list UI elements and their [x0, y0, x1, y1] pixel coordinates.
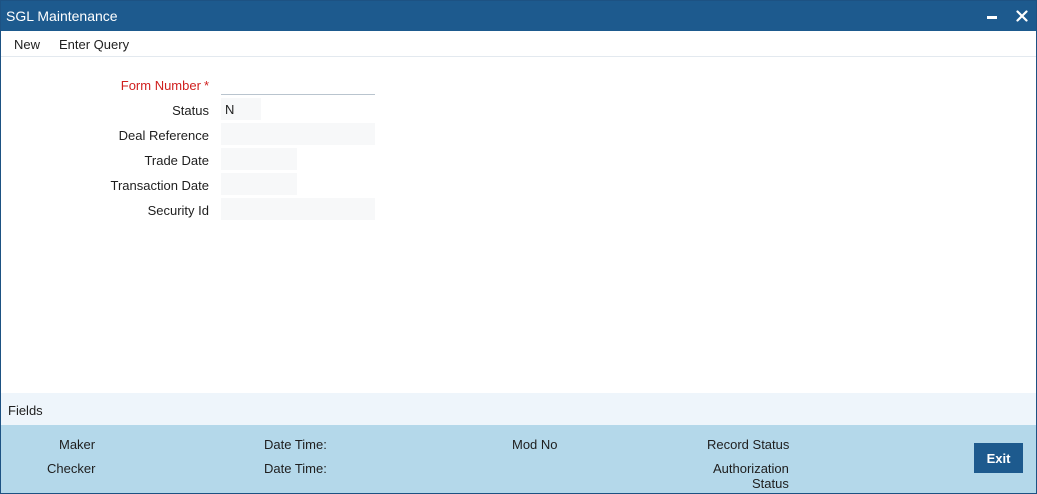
status-label: Status — [172, 103, 209, 118]
authorization-status-label-line1: Authorization — [713, 461, 789, 476]
exit-button[interactable]: Exit — [974, 443, 1023, 473]
deal-reference-label: Deal Reference — [118, 128, 209, 143]
sgl-maintenance-window: SGL Maintenance New Enter Query Form Num… — [0, 0, 1037, 494]
transaction-date-input[interactable] — [221, 173, 297, 195]
maker-label: Maker — [59, 437, 96, 452]
audit-bar: Maker Checker Date Time: Date Time: Mod … — [1, 425, 1036, 493]
close-icon[interactable] — [1011, 5, 1033, 27]
form-number-label-text: Form Number — [120, 78, 201, 93]
mod-no-label: Mod No — [512, 437, 558, 452]
deal-reference-input[interactable] — [221, 123, 375, 145]
security-id-label: Security Id — [147, 203, 209, 218]
trade-date-input[interactable] — [221, 148, 297, 170]
minimize-icon[interactable] — [981, 5, 1003, 27]
enter-query-button[interactable]: Enter Query — [59, 37, 129, 52]
form-number-input[interactable] — [221, 73, 375, 95]
form-number-label: Form Number * — [1, 78, 209, 93]
required-marker: * — [203, 78, 209, 93]
maker-datetime-label: Date Time: — [264, 437, 327, 452]
title-bar[interactable]: SGL Maintenance — [1, 1, 1036, 31]
toolbar: New Enter Query — [1, 31, 1036, 57]
record-status-label: Record Status — [707, 437, 790, 452]
fields-link[interactable]: Fields — [8, 403, 43, 418]
status-input[interactable] — [221, 98, 261, 120]
form-area: Form Number* Status Deal Reference Trade… — [1, 58, 1036, 393]
window-title: SGL Maintenance — [6, 8, 118, 24]
checker-label: Checker — [47, 461, 96, 476]
checker-datetime-label: Date Time: — [264, 461, 327, 476]
fields-bar: Fields — [1, 393, 1036, 425]
authorization-status-label-line2: Status — [752, 476, 789, 491]
transaction-date-label: Transaction Date — [110, 178, 209, 193]
new-button[interactable]: New — [14, 37, 40, 52]
trade-date-label: Trade Date — [144, 153, 209, 168]
security-id-input[interactable] — [221, 198, 375, 220]
